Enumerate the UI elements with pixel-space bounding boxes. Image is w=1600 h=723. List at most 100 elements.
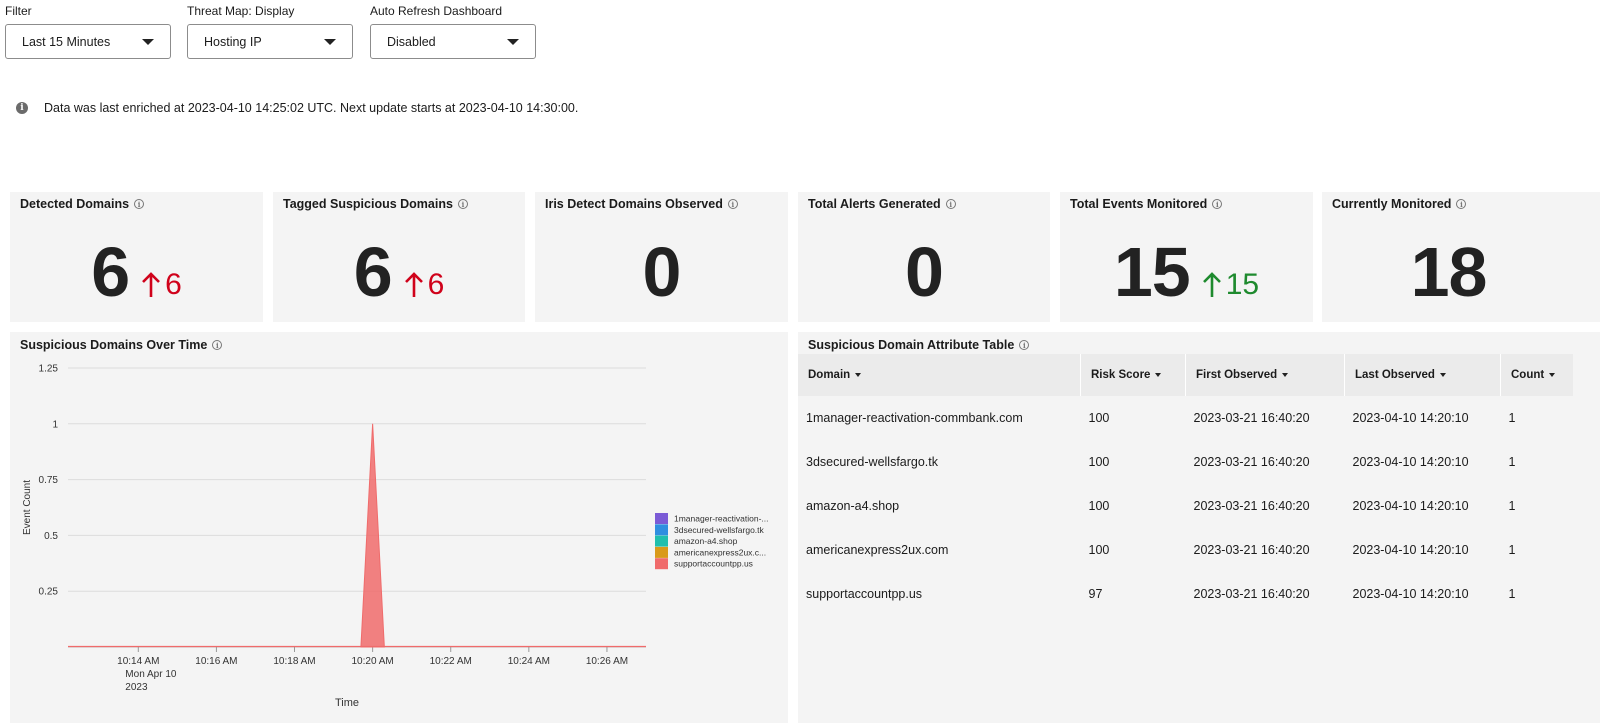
kpi-title: Iris Detect Domains Observed xyxy=(545,197,723,211)
cell-risk-score: 100 xyxy=(1088,499,1110,513)
table-header-row: Domain Risk Score First Observed Last Ob… xyxy=(798,354,1573,396)
caret-down-icon xyxy=(507,38,519,45)
info-icon[interactable]: i xyxy=(1456,199,1467,209)
table-row[interactable]: 1manager-reactivation-commbank.com 100 2… xyxy=(798,396,1573,440)
legend-swatch xyxy=(655,535,668,547)
y-tick-label: 0.75 xyxy=(39,475,59,486)
legend-swatch xyxy=(655,546,668,558)
caret-down-icon xyxy=(142,38,154,45)
y-tick-label: 1.25 xyxy=(39,364,59,375)
cell-risk-score: 97 xyxy=(1088,587,1103,601)
sort-caret-icon xyxy=(1439,372,1446,377)
sort-caret-icon xyxy=(855,372,862,377)
table-row[interactable]: americanexpress2ux.com 100 2023-03-21 16… xyxy=(798,528,1573,572)
kpi-title: Detected Domains xyxy=(20,197,130,211)
kpi-title: Tagged Suspicious Domains xyxy=(283,197,453,211)
cell-last-observed: 2023-04-10 14:20:10 xyxy=(1352,455,1469,469)
kpi-card-detected-domains: Detected Domains i 6 6 xyxy=(10,192,263,322)
y-tick-label: 0.5 xyxy=(44,531,58,542)
enrichment-info-text: Data was last enriched at 2023-04-10 14:… xyxy=(44,101,579,115)
kpi-value: 18 xyxy=(1410,233,1488,311)
cell-first-observed: 2023-03-21 16:40:20 xyxy=(1193,499,1310,513)
arrow-up-icon xyxy=(404,272,423,297)
cell-count: 1 xyxy=(1508,455,1516,469)
kpi-value: 0 xyxy=(642,233,682,311)
x-tick-label: 10:14 AM xyxy=(117,656,159,667)
dropdown-value: Hosting IP xyxy=(204,34,262,49)
kpi-delta: 6 xyxy=(404,268,445,302)
sort-caret-icon xyxy=(1549,372,1556,377)
sort-caret-icon xyxy=(1155,372,1162,377)
caret-down-icon xyxy=(324,38,336,45)
cell-first-observed: 2023-03-21 16:40:20 xyxy=(1193,455,1310,469)
info-icon[interactable]: i xyxy=(1212,199,1223,209)
cell-risk-score: 100 xyxy=(1088,543,1110,557)
column-header-domain[interactable]: Domain xyxy=(798,354,1081,396)
threat-map-display-dropdown[interactable]: Hosting IP xyxy=(187,24,353,59)
cell-risk-score: 100 xyxy=(1088,411,1110,425)
kpi-title: Total Events Monitored xyxy=(1070,197,1208,211)
column-header-last-observed[interactable]: Last Observed xyxy=(1344,354,1501,396)
x-axis-label: Time xyxy=(335,697,359,709)
x-tick-label: 10:20 AM xyxy=(351,656,393,667)
kpi-card-total-alerts-generated: Total Alerts Generated i 0 xyxy=(798,192,1050,322)
kpi-card-total-events-monitored: Total Events Monitored i 15 15 xyxy=(1060,192,1313,322)
column-header-first-observed[interactable]: First Observed xyxy=(1185,354,1345,396)
legend-label: 3dsecured-wellsfargo.tk xyxy=(674,525,765,535)
auto-refresh-dropdown[interactable]: Disabled xyxy=(370,24,536,59)
cell-count: 1 xyxy=(1508,411,1516,425)
table-row[interactable]: 3dsecured-wellsfargo.tk 100 2023-03-21 1… xyxy=(798,440,1573,484)
cell-first-observed: 2023-03-21 16:40:20 xyxy=(1193,411,1310,425)
x-tick-sublabel: Mon Apr 10 xyxy=(125,669,177,680)
info-icon: i xyxy=(16,102,28,114)
kpi-delta-value: 6 xyxy=(165,268,182,301)
x-tick-label: 10:24 AM xyxy=(508,656,550,667)
arrow-up-icon xyxy=(1202,272,1221,297)
cell-risk-score: 100 xyxy=(1088,455,1110,469)
kpi-value: 6 xyxy=(91,233,130,311)
kpi-card-tagged-suspicious-domains: Tagged Suspicious Domains i 6 6 xyxy=(273,192,525,322)
filter-label: Filter xyxy=(5,4,32,18)
info-icon[interactable]: i xyxy=(727,199,738,209)
kpi-title: Currently Monitored xyxy=(1332,197,1452,211)
info-icon[interactable]: i xyxy=(945,199,956,209)
kpi-card-iris-detect-domains-observed: Iris Detect Domains Observed i 0 xyxy=(535,192,788,322)
events-chart[interactable]: 0.25 0.5 0.75 1 1.25 10:14 AM Mon Apr 10 2023 10… xyxy=(10,332,788,723)
cell-domain: 1manager-reactivation-commbank.com xyxy=(806,411,1023,425)
domain-attribute-table: Domain Risk Score First Observed Last Ob… xyxy=(798,354,1573,616)
dropdown-value: Disabled xyxy=(387,34,436,49)
cell-count: 1 xyxy=(1508,499,1516,513)
column-header-risk-score[interactable]: Risk Score xyxy=(1080,354,1186,396)
info-icon[interactable]: i xyxy=(134,199,145,209)
x-tick-sublabel: 2023 xyxy=(125,682,148,693)
column-header-count[interactable]: Count xyxy=(1500,354,1573,396)
dropdown-value: Last 15 Minutes xyxy=(22,34,111,49)
kpi-value: 0 xyxy=(905,233,944,311)
table-row[interactable]: amazon-a4.shop 100 2023-03-21 16:40:20 2… xyxy=(798,484,1573,528)
kpi-delta-value: 6 xyxy=(427,268,445,301)
kpi-value: 15 xyxy=(1113,233,1191,311)
legend-swatch xyxy=(655,513,668,524)
legend-swatch xyxy=(655,524,668,536)
cell-domain: amazon-a4.shop xyxy=(806,499,900,513)
cell-last-observed: 2023-04-10 14:20:10 xyxy=(1352,587,1469,601)
time-filter-dropdown[interactable]: Last 15 Minutes xyxy=(5,24,171,59)
cell-first-observed: 2023-03-21 16:40:20 xyxy=(1193,543,1310,557)
table-row[interactable]: supportaccountpp.us 97 2023-03-21 16:40:… xyxy=(798,572,1573,616)
legend-label: 1manager-reactivation-... xyxy=(674,514,769,524)
cell-last-observed: 2023-04-10 14:20:10 xyxy=(1352,543,1469,557)
info-icon[interactable]: i xyxy=(457,199,468,209)
arrow-up-icon xyxy=(142,272,161,297)
enrichment-info: i Data was last enriched at 2023-04-10 1… xyxy=(16,101,578,115)
x-tick-label: 10:22 AM xyxy=(430,656,472,667)
filter-label: Auto Refresh Dashboard xyxy=(370,4,503,18)
y-axis-label: Event Count xyxy=(22,480,33,535)
filter-label: Threat Map: Display xyxy=(187,4,295,18)
cell-last-observed: 2023-04-10 14:20:10 xyxy=(1352,411,1469,425)
y-tick-label: 1 xyxy=(52,419,58,430)
suspicious-domains-over-time-panel: Suspicious Domains Over Time i 0.25 0.5 0.7… xyxy=(10,332,788,723)
info-icon[interactable]: i xyxy=(1019,340,1030,350)
cell-count: 1 xyxy=(1508,587,1516,601)
cell-domain: americanexpress2ux.com xyxy=(806,543,949,557)
cell-domain: 3dsecured-wellsfargo.tk xyxy=(806,455,939,469)
